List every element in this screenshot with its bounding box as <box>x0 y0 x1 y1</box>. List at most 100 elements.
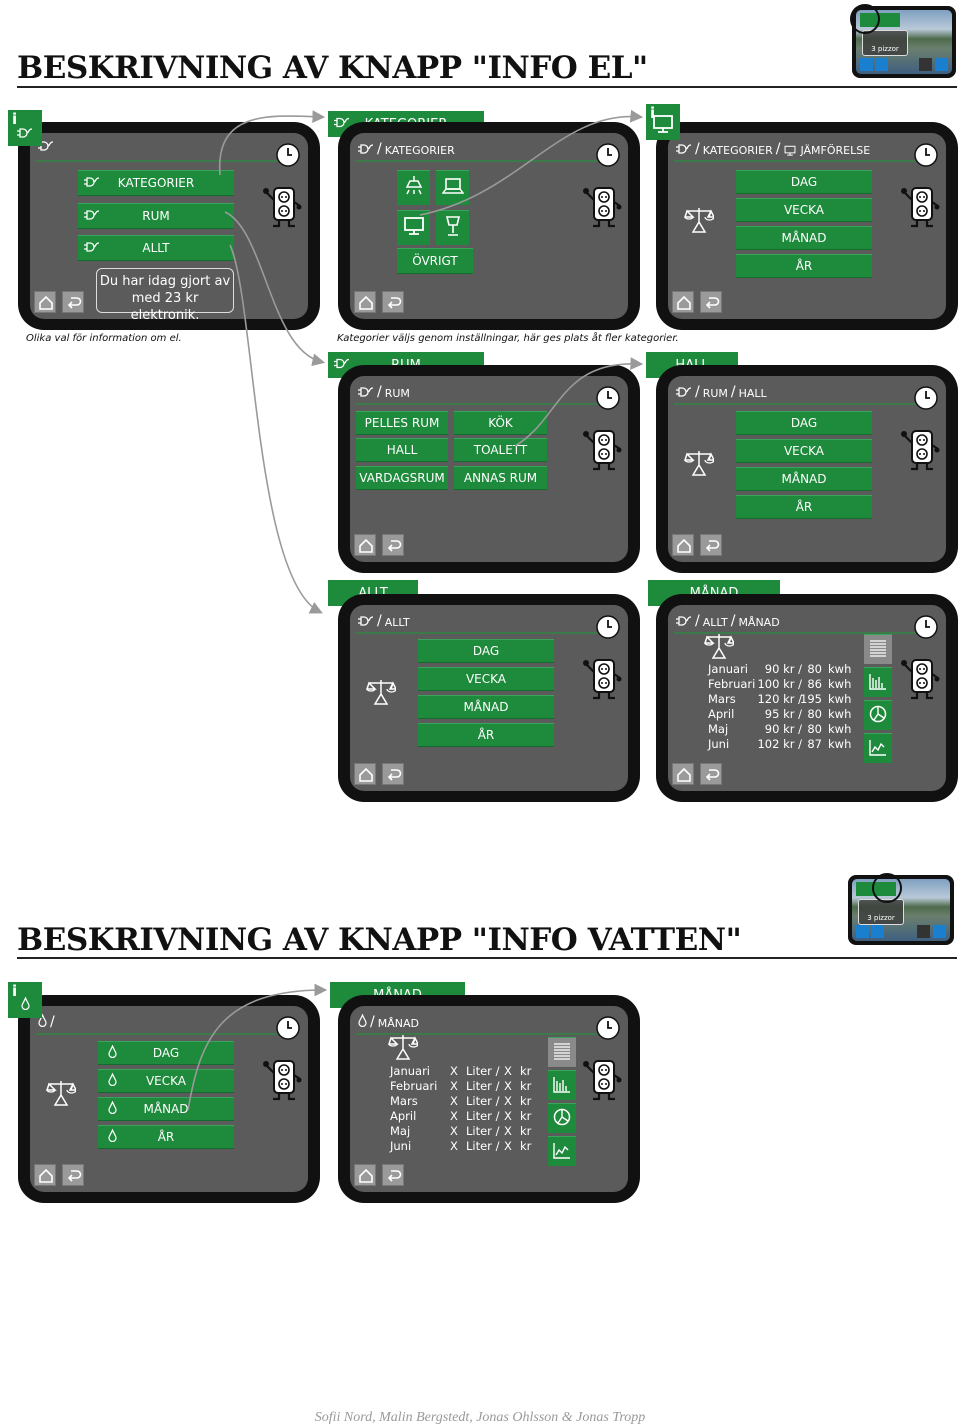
plug-icon <box>17 123 33 142</box>
breadcrumb-item[interactable]: KATEGORIER <box>385 144 455 157</box>
back-button[interactable] <box>700 291 722 313</box>
view-bar-chart-button[interactable] <box>864 667 892 697</box>
info-i: i <box>12 982 18 1000</box>
table-cell: kwh <box>828 692 852 706</box>
line-chart-icon <box>868 737 888 761</box>
breadcrumb-item[interactable]: ALLT <box>385 616 410 629</box>
thumbnail-message: 3 pizzor <box>858 899 904 925</box>
thumbnail-message: 3 pizzor <box>862 30 908 56</box>
home-button[interactable] <box>354 763 376 785</box>
breadcrumb-item[interactable]: KATEGORIER <box>703 144 773 157</box>
bar-chart-icon <box>868 671 888 695</box>
button-dag[interactable]: DAG <box>418 639 554 663</box>
table-cell: X <box>450 1064 458 1078</box>
breadcrumb-item[interactable]: JÄMFÖRELSE <box>800 144 870 157</box>
info-electricity-tab[interactable]: i <box>8 110 42 146</box>
scale-icon <box>387 1033 421 1065</box>
category-ceiling-lamp-button[interactable] <box>397 170 430 205</box>
button-dag[interactable]: DAG <box>736 411 872 435</box>
category-monitor-button[interactable] <box>397 210 430 245</box>
button-kök[interactable]: KÖK <box>454 411 547 435</box>
view-pie-chart-button[interactable] <box>548 1103 576 1133</box>
home-button[interactable] <box>354 291 376 313</box>
category-laptop-button[interactable] <box>436 170 469 205</box>
back-button[interactable] <box>700 763 722 785</box>
device-screen: / ALLT DAG VECKA MÅNAD ÅR <box>338 594 640 802</box>
button-år[interactable]: ÅR <box>736 495 872 519</box>
view-list-button[interactable] <box>864 634 892 664</box>
view-line-chart-button[interactable] <box>864 733 892 763</box>
button-hall[interactable]: HALL <box>356 438 448 462</box>
breadcrumb-item[interactable]: MÅNAD <box>378 1017 419 1030</box>
header-divider <box>356 403 600 405</box>
breadcrumb-item[interactable]: MÅNAD <box>738 616 779 629</box>
button-år[interactable]: ÅR <box>418 723 554 747</box>
button-månad[interactable]: MÅNAD <box>736 467 872 491</box>
button-övrigt[interactable]: ÖVRIGT <box>397 248 473 274</box>
button-allt[interactable]: ALLT <box>78 235 234 261</box>
button-vecka[interactable]: VECKA <box>736 439 872 463</box>
table-cell: kr <box>520 1064 532 1078</box>
button-label: MÅNAD <box>781 231 827 245</box>
button-dag[interactable]: DAG <box>736 170 872 194</box>
bar-chart-icon <box>552 1074 572 1098</box>
button-månad[interactable]: MÅNAD <box>736 226 872 250</box>
button-toalett[interactable]: TOALETT <box>454 438 547 462</box>
screen-display: / RUM / HALL DAG VECKA MÅNAD ÅR <box>668 376 946 562</box>
button-dag[interactable]: DAG <box>98 1041 234 1065</box>
back-button[interactable] <box>382 291 404 313</box>
button-månad[interactable]: MÅNAD <box>98 1097 234 1121</box>
table-cell: kwh <box>828 707 852 721</box>
device-screen: / KATEGORIER / JÄMFÖRELSE DAG VECKA MÅNAD ÅR <box>656 122 958 330</box>
table-cell: X <box>450 1094 458 1108</box>
home-button[interactable] <box>34 1164 56 1186</box>
breadcrumb-item[interactable]: ALLT <box>703 616 728 629</box>
view-bar-chart-button[interactable] <box>548 1070 576 1100</box>
button-annas-rum[interactable]: ANNAS RUM <box>454 466 547 490</box>
back-button[interactable] <box>382 763 404 785</box>
screen-display: / ALLT DAG VECKA MÅNAD ÅR <box>350 605 628 791</box>
breadcrumb-item[interactable]: RUM <box>385 387 410 400</box>
breadcrumb-separator: / <box>730 384 736 400</box>
breadcrumb-item[interactable]: RUM <box>703 387 728 400</box>
breadcrumb-item[interactable]: HALL <box>739 387 767 400</box>
month-label: Maj <box>390 1124 411 1138</box>
button-vecka[interactable]: VECKA <box>98 1069 234 1093</box>
button-rum[interactable]: RUM <box>78 203 234 229</box>
back-button[interactable] <box>382 534 404 556</box>
category-desk-lamp-button[interactable] <box>436 210 469 245</box>
back-button[interactable] <box>62 291 84 313</box>
button-vecka[interactable]: VECKA <box>418 667 554 691</box>
button-kategorier[interactable]: KATEGORIER <box>78 170 234 196</box>
home-button[interactable] <box>354 1164 376 1186</box>
table-cell: Liter / <box>466 1064 500 1078</box>
home-button[interactable] <box>672 534 694 556</box>
view-list-button[interactable] <box>548 1037 576 1067</box>
home-button[interactable] <box>672 763 694 785</box>
table-cell: kr <box>520 1109 532 1123</box>
back-button[interactable] <box>382 1164 404 1186</box>
info-comparison-tab[interactable]: i <box>646 104 680 140</box>
table-cell: 100 kr / <box>757 677 802 691</box>
device-screen: / RUM PELLES RUM KÖK HALL TOALETT VARDAGSRUM AN… <box>338 365 640 573</box>
button-år[interactable]: ÅR <box>736 254 872 278</box>
button-label: ÅR <box>795 259 813 273</box>
button-label: VECKA <box>783 203 825 217</box>
home-button[interactable] <box>34 291 56 313</box>
scale-icon <box>683 449 717 481</box>
button-månad[interactable]: MÅNAD <box>418 695 554 719</box>
back-button[interactable] <box>700 534 722 556</box>
socket-mascot-icon <box>582 427 622 473</box>
button-år[interactable]: ÅR <box>98 1125 234 1149</box>
home-button[interactable] <box>354 534 376 556</box>
socket-mascot-icon <box>582 184 622 230</box>
button-label: HALL <box>386 443 418 457</box>
button-vardagsrum[interactable]: VARDAGSRUM <box>356 466 448 490</box>
view-line-chart-button[interactable] <box>548 1136 576 1166</box>
button-vecka[interactable]: VECKA <box>736 198 872 222</box>
view-pie-chart-button[interactable] <box>864 700 892 730</box>
info-water-tab[interactable]: i <box>8 982 42 1018</box>
button-pelles-rum[interactable]: PELLES RUM <box>356 411 448 435</box>
home-button[interactable] <box>672 291 694 313</box>
back-button[interactable] <box>62 1164 84 1186</box>
